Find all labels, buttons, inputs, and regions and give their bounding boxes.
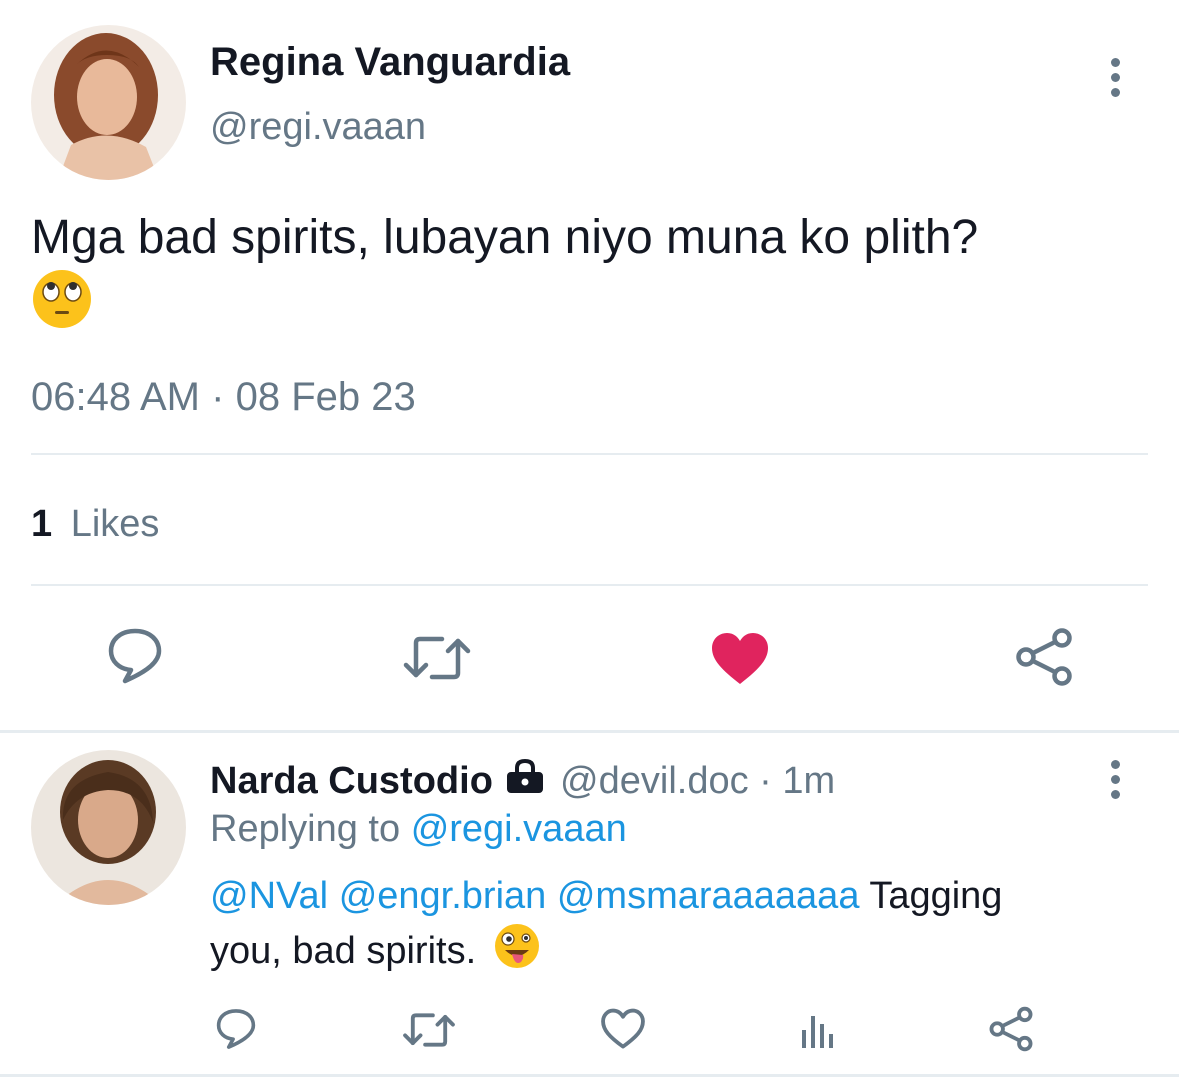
mention-link[interactable]: @msmaraaaaaaa <box>557 875 860 917</box>
lock-icon <box>505 758 545 806</box>
more-options-icon[interactable] <box>1105 58 1125 97</box>
face-with-rolling-eyes-icon <box>31 268 93 345</box>
reply-body-text-line2: you, bad spirits. <box>210 930 477 973</box>
mention-link[interactable]: @engr.brian <box>339 875 547 917</box>
section-divider <box>0 730 1179 733</box>
heart-icon <box>712 633 768 684</box>
reply-share-button[interactable] <box>986 1004 1036 1054</box>
tweet-body-text: Mga bad spirits, lubayan niyo muna ko pl… <box>31 211 979 264</box>
tweet-timestamp: 06:48 AM · 08 Feb 23 <box>31 374 416 420</box>
reply-time: 1m <box>782 760 836 802</box>
reply-author-handle[interactable]: @devil.doc <box>560 760 749 802</box>
author-avatar[interactable] <box>31 25 186 180</box>
reply-header: Narda Custodio @devil.doc · 1m <box>210 758 835 806</box>
tweet-text: Mga bad spirits, lubayan niyo muna ko pl… <box>31 208 1151 345</box>
replying-to-line: Replying to @regi.vaaan <box>210 806 627 852</box>
like-button[interactable] <box>706 628 774 690</box>
divider <box>31 453 1148 455</box>
reply-button[interactable] <box>100 624 170 688</box>
tweet-time: 06:48 AM <box>31 375 201 419</box>
reply-separator: · <box>759 760 772 802</box>
share-icon <box>1016 628 1072 686</box>
tweet-date: 08 Feb 23 <box>235 375 416 419</box>
share-icon <box>989 1006 1033 1052</box>
reply-author-avatar[interactable] <box>31 750 186 905</box>
retweet-icon <box>403 1013 455 1047</box>
speech-bubble-icon <box>216 1009 256 1049</box>
reply-text: @NVal @engr.brian @msmaraaaaaaa Tagging … <box>210 870 1110 984</box>
reply-like-button[interactable] <box>598 1006 648 1052</box>
likes-label: Likes <box>70 503 160 545</box>
mention-link[interactable]: @NVal <box>210 875 328 917</box>
reply-body-text: Tagging <box>869 875 1003 917</box>
share-button[interactable] <box>1010 624 1078 690</box>
zany-face-icon <box>493 922 541 984</box>
timestamp-separator: · <box>211 375 225 419</box>
retweet-button[interactable] <box>400 628 474 688</box>
reply-author-name[interactable]: Narda Custodio <box>210 760 493 802</box>
reply-analytics-button[interactable] <box>796 1008 840 1052</box>
reply-retweet-button[interactable] <box>400 1008 458 1052</box>
retweet-icon <box>403 636 471 680</box>
reply-more-options-icon[interactable] <box>1105 760 1125 799</box>
likes-count-row[interactable]: 1 Likes <box>31 502 159 546</box>
replying-to-link[interactable]: @regi.vaaan <box>411 808 627 850</box>
bar-chart-icon <box>802 1016 833 1048</box>
likes-count: 1 <box>31 503 53 545</box>
divider <box>31 584 1148 586</box>
replying-to-prefix: Replying to <box>210 808 401 850</box>
author-name[interactable]: Regina Vanguardia <box>210 40 570 84</box>
heart-icon <box>601 1008 645 1049</box>
speech-bubble-icon <box>108 628 162 684</box>
reply-reply-button[interactable] <box>212 1006 260 1052</box>
author-handle[interactable]: @regi.vaaan <box>210 105 426 149</box>
